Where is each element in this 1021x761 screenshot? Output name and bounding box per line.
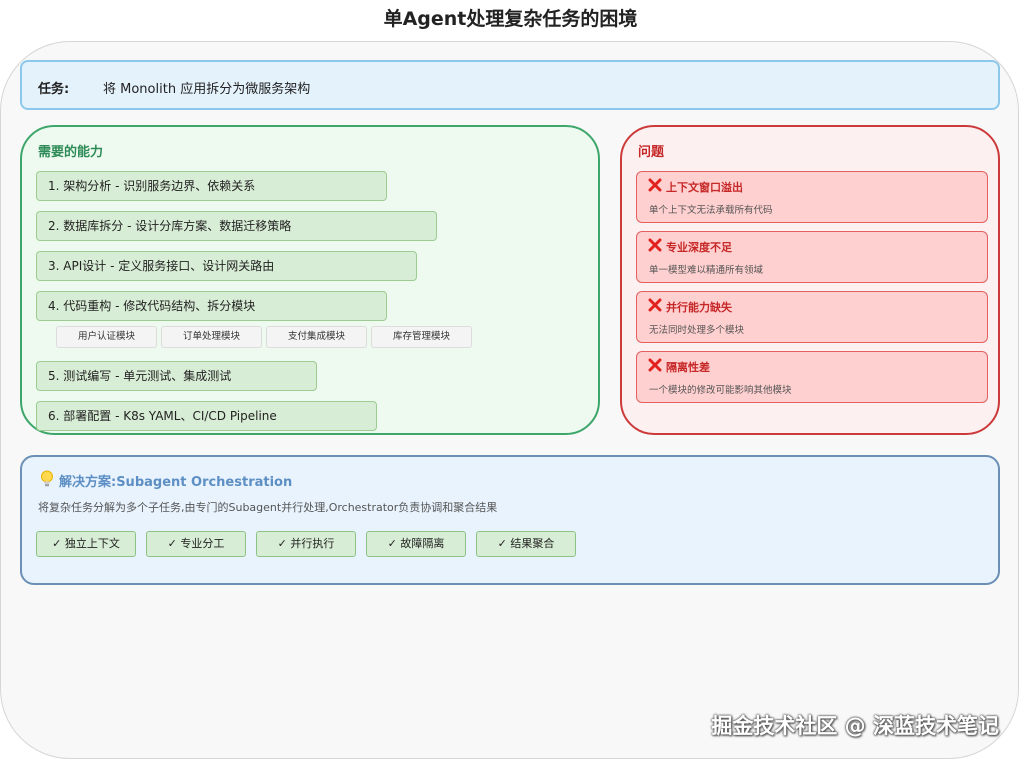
solution-title: 解决方案:Subagent Orchestration bbox=[59, 475, 293, 490]
ability-item: 1. 架构分析 - 识别服务边界、依赖关系 bbox=[36, 171, 387, 201]
problem-desc: 无法同时处理多个模块 bbox=[649, 325, 745, 336]
solution-panel: 解决方案:Subagent Orchestration 将复杂任务分解为多个子任… bbox=[20, 455, 1000, 585]
cross-mark-icon bbox=[648, 238, 662, 252]
problem-card: 上下文窗口溢出 单个上下文无法承载所有代码 bbox=[636, 171, 988, 223]
module-tag: 用户认证模块 bbox=[56, 326, 157, 348]
problems-panel: 问题 上下文窗口溢出 单个上下文无法承载所有代码 专业深度不足 单一模型难以精通… bbox=[620, 125, 1000, 435]
module-tag: 订单处理模块 bbox=[161, 326, 262, 348]
cross-mark-icon bbox=[648, 178, 662, 192]
problems-title: 问题 bbox=[638, 145, 665, 160]
problem-title: 上下文窗口溢出 bbox=[666, 181, 743, 194]
watermark: 掘金技术社区 @ 深蓝技术笔记 bbox=[711, 714, 999, 738]
problem-card: 并行能力缺失 无法同时处理多个模块 bbox=[636, 291, 988, 343]
problem-title: 并行能力缺失 bbox=[666, 301, 732, 314]
ability-item: 6. 部署配置 - K8s YAML、CI/CD Pipeline bbox=[36, 401, 377, 431]
cross-mark-icon bbox=[648, 298, 662, 312]
problem-card: 隔离性差 一个模块的修改可能影响其他模块 bbox=[636, 351, 988, 403]
ability-item: 3. API设计 - 定义服务接口、设计网关路由 bbox=[36, 251, 417, 281]
page: 单Agent处理复杂任务的困境 任务: 将 Monolith 应用拆分为微服务架… bbox=[0, 0, 1021, 761]
problem-desc: 单一模型难以精通所有领域 bbox=[649, 265, 764, 276]
problem-title: 隔离性差 bbox=[666, 361, 710, 374]
problem-card: 专业深度不足 单一模型难以精通所有领域 bbox=[636, 231, 988, 283]
task-box: 任务: 将 Monolith 应用拆分为微服务架构 bbox=[20, 60, 1000, 110]
feature-tag: ✓ 并行执行 bbox=[256, 531, 356, 557]
feature-tag: ✓ 故障隔离 bbox=[366, 531, 466, 557]
feature-tag: ✓ 专业分工 bbox=[146, 531, 246, 557]
abilities-panel: 需要的能力 1. 架构分析 - 识别服务边界、依赖关系 2. 数据库拆分 - 设… bbox=[20, 125, 600, 435]
problem-title: 专业深度不足 bbox=[666, 241, 732, 254]
ability-item: 5. 测试编写 - 单元测试、集成测试 bbox=[36, 361, 317, 391]
feature-tag: ✓ 独立上下文 bbox=[36, 531, 136, 557]
lightbulb-icon bbox=[41, 470, 53, 487]
page-title: 单Agent处理复杂任务的困境 bbox=[383, 8, 638, 30]
ability-item: 4. 代码重构 - 修改代码结构、拆分模块 bbox=[36, 291, 387, 321]
feature-tag: ✓ 结果聚合 bbox=[476, 531, 576, 557]
problem-desc: 单个上下文无法承载所有代码 bbox=[649, 205, 773, 216]
module-tag: 支付集成模块 bbox=[266, 326, 367, 348]
ability-item: 2. 数据库拆分 - 设计分库方案、数据迁移策略 bbox=[36, 211, 437, 241]
task-text: 将 Monolith 应用拆分为微服务架构 bbox=[103, 82, 311, 97]
solution-desc: 将复杂任务分解为多个子任务,由专门的Subagent并行处理,Orchestra… bbox=[38, 501, 498, 514]
problem-desc: 一个模块的修改可能影响其他模块 bbox=[649, 385, 792, 396]
module-tag: 库存管理模块 bbox=[371, 326, 472, 348]
task-label: 任务: bbox=[38, 82, 70, 97]
abilities-title: 需要的能力 bbox=[38, 145, 104, 160]
cross-mark-icon bbox=[648, 358, 662, 372]
